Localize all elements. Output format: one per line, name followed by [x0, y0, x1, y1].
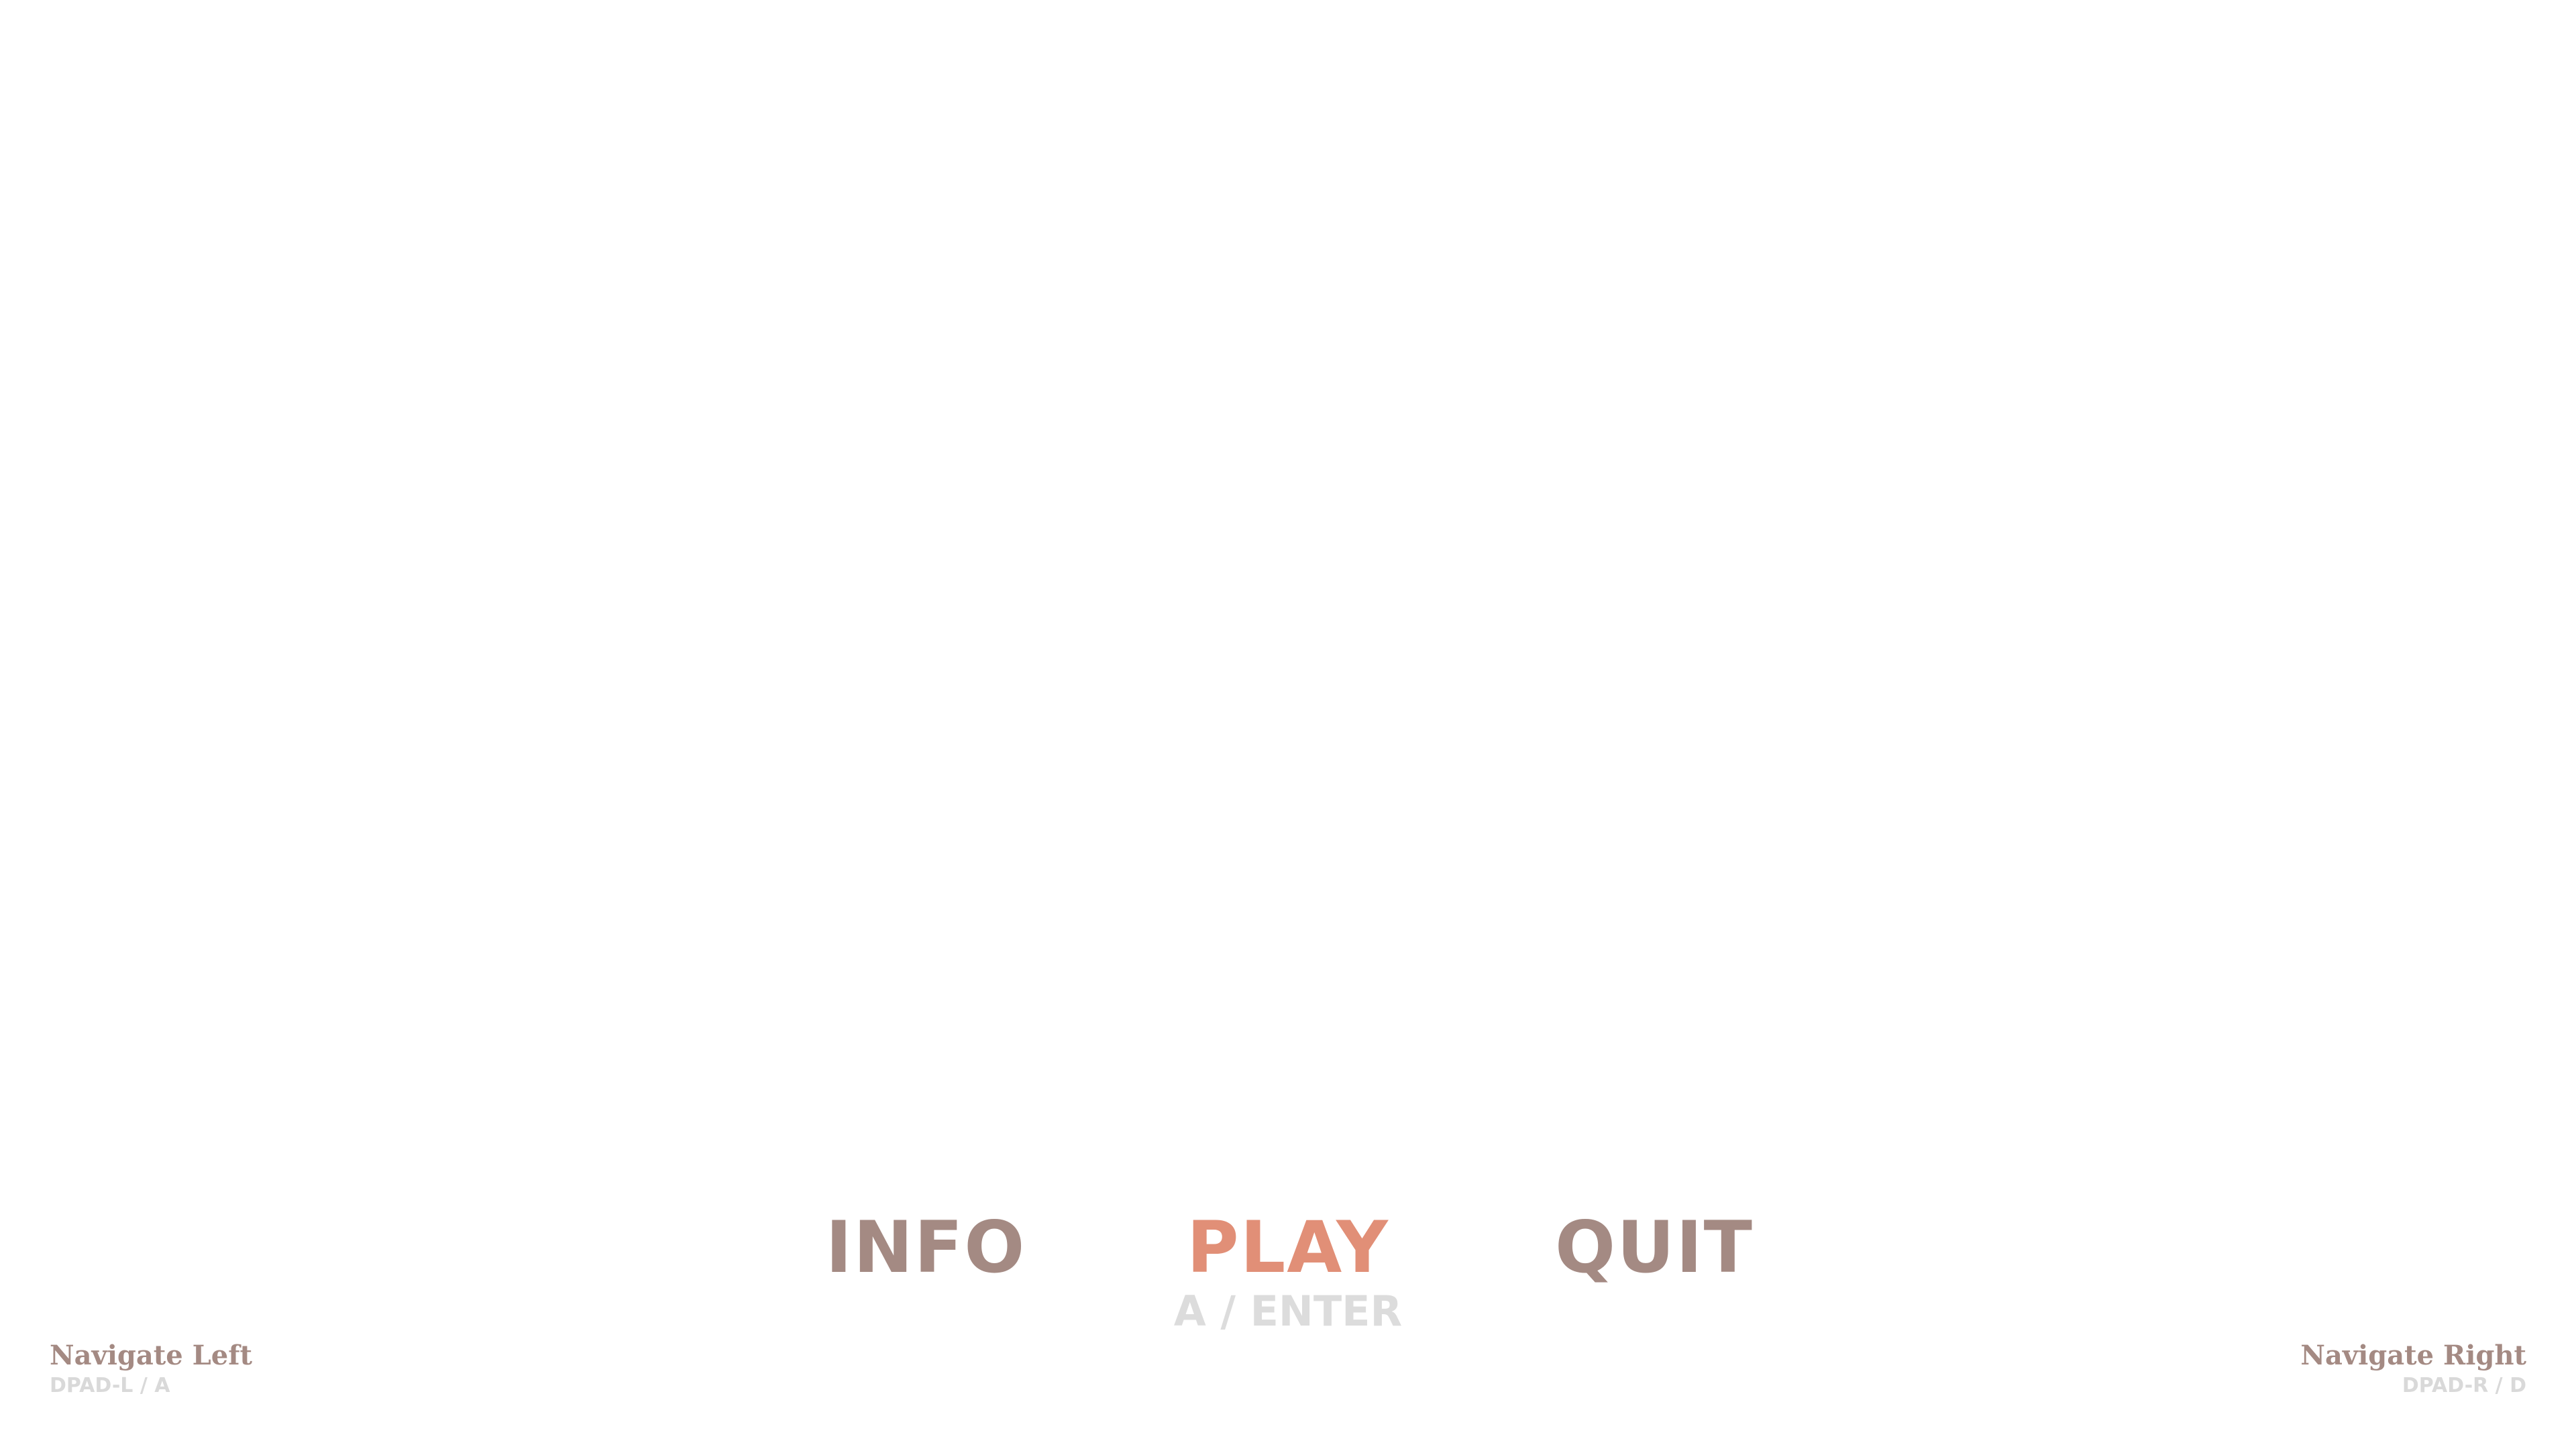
navigate-left-hint: Navigate Left DPAD-L / A: [50, 1339, 252, 1399]
play-button[interactable]: PLAY: [1087, 1208, 1489, 1288]
info-button[interactable]: INFO: [724, 1208, 1127, 1288]
navigate-left-keys: DPAD-L / A: [50, 1374, 170, 1397]
navigate-left-label: Navigate Left: [50, 1340, 252, 1371]
quit-button[interactable]: QUIT: [1453, 1208, 1856, 1288]
navigate-right-keys: DPAD-R / D: [2402, 1374, 2526, 1397]
play-input-hint: A / ENTER: [1173, 1287, 1403, 1336]
navigate-right-hint: Navigate Right DPAD-R / D: [2300, 1339, 2526, 1399]
navigate-right-label: Navigate Right: [2300, 1340, 2526, 1371]
